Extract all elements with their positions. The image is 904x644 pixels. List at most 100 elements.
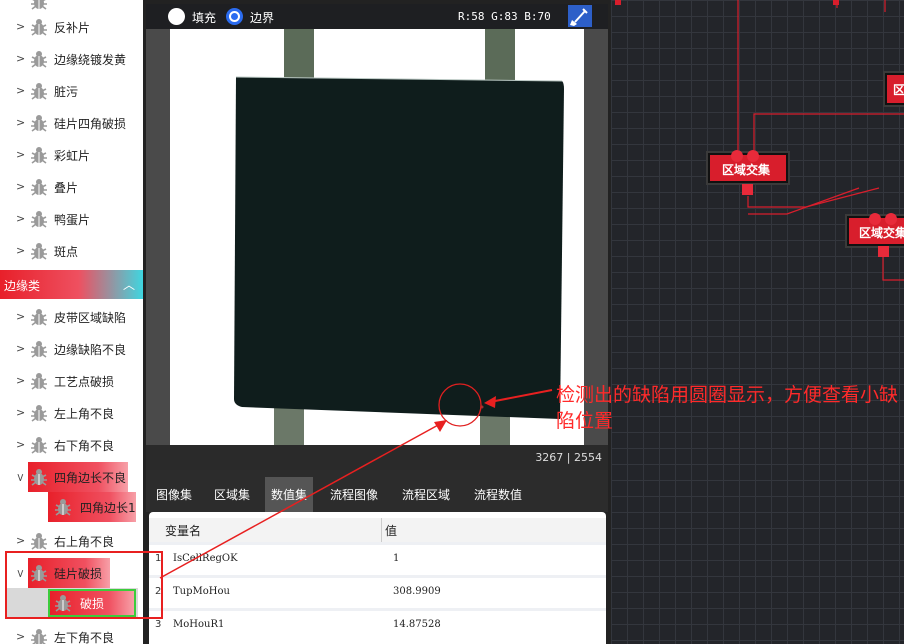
bug-icon <box>30 210 48 228</box>
column-divider <box>381 518 382 542</box>
chevron-right-icon: > <box>16 52 26 65</box>
wafer-image <box>170 29 584 445</box>
row-index: 2 <box>155 586 162 597</box>
tree-item-edge-yellow[interactable]: > 边缘绕镀发黄 <box>0 44 143 74</box>
chevron-right-icon: > <box>16 406 26 419</box>
chevron-right-icon: > <box>16 84 26 97</box>
fill-radio-label: 填充 <box>192 11 217 25</box>
variable-value: 14.87528 <box>393 619 441 630</box>
table-header: 变量名 值 <box>149 518 606 542</box>
chevron-right-icon: > <box>16 148 26 161</box>
bug-icon <box>30 372 48 390</box>
tree-subitem-broken[interactable]: 破损 <box>0 588 143 618</box>
input-port[interactable] <box>731 150 743 162</box>
defect-tree: > 反补片 > 边缘绕镀发黄 > 脏污 > 硅片四角破损 > 彩虹片 > 叠片 … <box>0 0 143 644</box>
wafer-drawing <box>234 29 564 445</box>
tree-item-label: 右上角不良 <box>54 535 115 549</box>
tree-item-label: 脏污 <box>54 85 79 99</box>
border-radio[interactable] <box>226 8 243 25</box>
tab-flow-image[interactable]: 流程图像 <box>330 477 378 512</box>
tree-item-eggshape[interactable]: > 鸭蛋片 <box>0 204 143 234</box>
category-edge-header[interactable]: 边缘类 ︿ <box>0 270 143 299</box>
bug-icon <box>30 114 48 132</box>
tree-item-rainbow[interactable]: > 彩虹片 <box>0 140 143 170</box>
chevron-right-icon: > <box>16 374 26 387</box>
bug-icon <box>30 0 48 10</box>
bug-icon <box>30 18 48 36</box>
chevron-right-icon: > <box>16 630 26 643</box>
tab-flow-value[interactable]: 流程数值 <box>474 477 522 512</box>
tree-item-label: 硅片破损 <box>54 567 103 581</box>
tree-item-stacked[interactable]: > 叠片 <box>0 172 143 202</box>
tab-value-set[interactable]: 数值集 <box>265 477 314 512</box>
variable-value: 1 <box>393 553 400 564</box>
variable-value: 308.9909 <box>393 586 441 597</box>
tree-item-top-left[interactable]: > 左上角不良 <box>0 398 143 428</box>
annotation-text: 检测出的缺陷用圆圈显示，方便查看小缺陷位置 <box>556 384 899 432</box>
tree-item-process-point[interactable]: > 工艺点破损 <box>0 366 143 396</box>
chevron-down-icon: > <box>14 569 27 579</box>
chevron-right-icon: > <box>16 116 26 129</box>
flow-node-label: 区 <box>893 83 904 97</box>
tree-item-label: 左上角不良 <box>54 407 115 421</box>
image-status-bar: 3267 | 2554 <box>146 445 608 470</box>
tree-item-label: 彩虹片 <box>54 149 91 163</box>
tree-item-belt-region[interactable]: > 皮带区域缺陷 <box>0 302 143 332</box>
bug-icon <box>30 242 48 260</box>
output-port[interactable] <box>742 184 753 195</box>
tree-subitem-four-corner-1[interactable]: 四角边长1 <box>0 492 143 522</box>
bug-icon <box>54 498 72 516</box>
flow-canvas[interactable]: 区域交集 区域交集 区 <box>611 0 904 644</box>
image-size-readout: 3267 | 2554 <box>535 451 602 464</box>
clear-brush-button[interactable] <box>568 5 592 27</box>
flow-node-label: 区域交集 <box>722 163 771 177</box>
tree-item-four-corner[interactable]: > 四角边长不良 <box>0 462 143 492</box>
tab-image-set[interactable]: 图像集 <box>156 477 192 512</box>
tree-item-wafer-broken[interactable]: > 硅片破损 <box>0 558 143 588</box>
chevron-right-icon: > <box>16 244 26 257</box>
tree-item-label: 斑点 <box>54 245 79 259</box>
brush-icon <box>570 8 588 26</box>
tree-item-label: 边缘绕镀发黄 <box>54 53 127 67</box>
input-port[interactable] <box>747 150 759 162</box>
image-viewer[interactable] <box>146 29 608 445</box>
tree-item-bottom-right[interactable]: > 右下角不良 <box>0 430 143 460</box>
tree-item-edge-defect[interactable]: > 边缘缺陷不良 <box>0 334 143 364</box>
table-row[interactable]: 1 IsCellRegOK 1 <box>149 542 606 572</box>
tree-item-label: 反补片 <box>54 21 91 35</box>
flow-node-label: 区域交集 <box>859 226 904 240</box>
bug-icon <box>30 308 48 326</box>
tab-region-set[interactable]: 区域集 <box>214 477 250 512</box>
chevron-up-icon[interactable]: ︿ <box>123 276 135 293</box>
tree-item-label: 四角边长不良 <box>54 471 127 485</box>
tree-item-top-right[interactable]: > 右上角不良 <box>0 526 143 556</box>
chevron-right-icon: > <box>16 310 26 323</box>
tree-item-label: 四角边长1 <box>80 501 136 515</box>
flow-connections <box>615 0 904 281</box>
output-port[interactable] <box>878 246 889 257</box>
tree-item-label: 叠片 <box>54 181 79 195</box>
chevron-right-icon: > <box>16 438 26 451</box>
border-radio-label: 边界 <box>250 11 275 25</box>
table-row[interactable]: 3 MoHouR1 14.87528 <box>149 608 606 638</box>
tree-item-bottom-left[interactable]: > 左下角不良 <box>0 622 143 644</box>
variable-table: 变量名 值 1 IsCellRegOK 1 2 TupMoHou 308.990… <box>149 512 606 644</box>
chevron-right-icon: > <box>16 212 26 225</box>
table-row[interactable]: 2 TupMoHou 308.9909 <box>149 575 606 605</box>
tab-flow-region[interactable]: 流程区域 <box>402 477 450 512</box>
bug-icon <box>30 404 48 422</box>
tree-item-spot[interactable]: > 斑点 <box>0 236 143 266</box>
pixel-rgb-readout: R:58 G:83 B:70 <box>458 10 551 23</box>
flow-node-partial[interactable]: 区 <box>885 73 904 105</box>
tree-item-corner-damage[interactable]: > 硅片四角破损 <box>0 108 143 138</box>
bug-icon <box>30 628 48 644</box>
tree-item-label: 右下角不良 <box>54 439 115 453</box>
tree-item-fanbupian[interactable]: > 反补片 <box>0 12 143 42</box>
fill-radio[interactable] <box>168 8 185 25</box>
variable-name: IsCellRegOK <box>173 553 238 564</box>
chevron-right-icon: > <box>16 180 26 193</box>
input-port[interactable] <box>869 213 881 225</box>
display-mode-bar: 填充 边界 R:58 G:83 B:70 <box>146 4 608 29</box>
tree-item-dirty[interactable]: > 脏污 <box>0 76 143 106</box>
input-port[interactable] <box>885 213 897 225</box>
